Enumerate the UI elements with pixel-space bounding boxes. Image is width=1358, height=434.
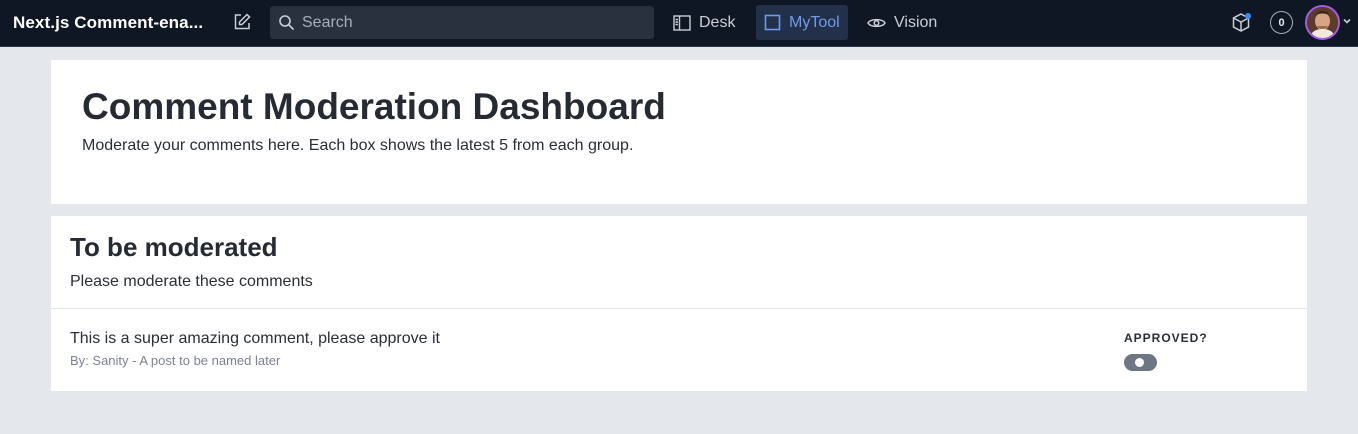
comment-meta: By: Sanity - A post to be named later: [70, 353, 281, 368]
approved-toggle[interactable]: [1124, 354, 1157, 371]
notification-count-badge[interactable]: 0: [1270, 11, 1293, 34]
dashboard-header-card: Comment Moderation Dashboard Moderate yo…: [51, 60, 1307, 204]
search-input[interactable]: [302, 6, 642, 39]
top-navigation-bar: Next.js Comment-ena... Desk MyTool: [0, 0, 1358, 47]
eye-icon: [867, 18, 886, 27]
user-avatar[interactable]: [1305, 5, 1340, 40]
search-icon: [279, 15, 295, 31]
compose-button[interactable]: [228, 8, 256, 36]
approved-label: APPROVED?: [1124, 331, 1208, 345]
square-icon: [764, 14, 781, 31]
app-title[interactable]: Next.js Comment-ena...: [13, 13, 203, 33]
queue-subtitle: Please moderate these comments: [70, 273, 313, 290]
comment-text: This is a super amazing comment, please …: [70, 330, 440, 347]
toggle-knob: [1135, 358, 1144, 367]
nav-tab-mytool[interactable]: MyTool: [756, 5, 848, 40]
page-subtitle: Moderate your comments here. Each box sh…: [82, 137, 634, 154]
nav-tab-desk-label: Desk: [699, 13, 736, 31]
chevron-down-icon[interactable]: [1342, 17, 1352, 25]
nav-tab-vision-label: Vision: [894, 13, 938, 31]
notification-dot: [1245, 13, 1251, 19]
pencil-edit-icon: [234, 13, 251, 30]
page-title: Comment Moderation Dashboard: [82, 86, 666, 127]
search-box[interactable]: [270, 6, 654, 39]
nav-tab-desk[interactable]: Desk: [665, 5, 743, 40]
queue-divider: [51, 308, 1307, 309]
avatar-image: [1307, 7, 1338, 38]
nav-tab-mytool-label: MyTool: [789, 13, 840, 31]
desk-icon: [673, 14, 691, 31]
queue-title: To be moderated: [70, 232, 278, 262]
moderation-queue-card: To be moderated Please moderate these co…: [51, 216, 1307, 391]
nav-tab-vision[interactable]: Vision: [859, 5, 945, 40]
